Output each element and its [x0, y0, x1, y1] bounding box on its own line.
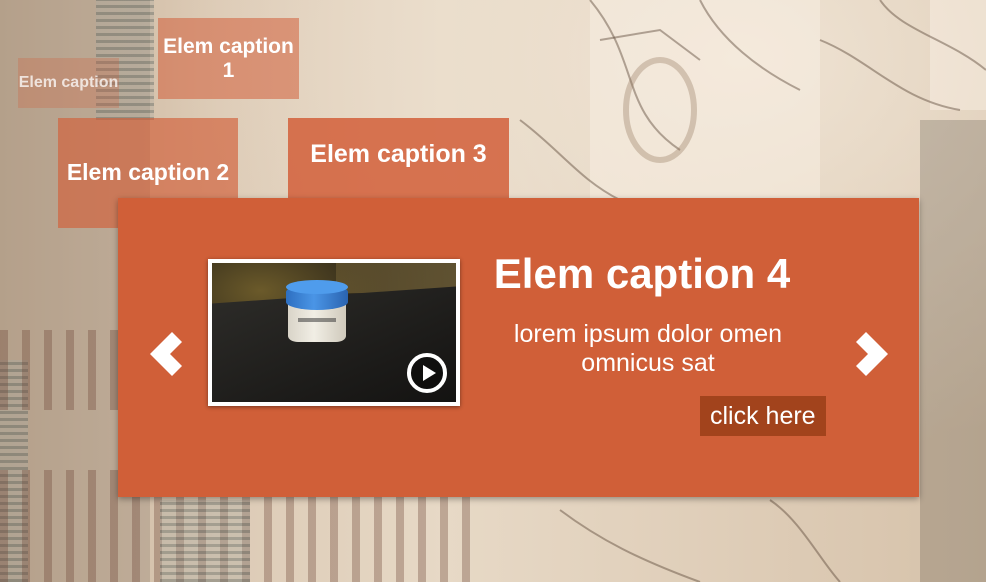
caption-box[interactable]: Elem caption	[18, 58, 119, 108]
caption-text: Elem caption	[18, 74, 119, 92]
thumbnail-image	[212, 263, 456, 402]
caption-box[interactable]: Elem caption 1	[158, 18, 299, 99]
caption-box[interactable]: Elem caption 3	[288, 118, 509, 202]
next-slide-button[interactable]	[850, 330, 890, 378]
caption-text: Elem caption 2	[66, 159, 230, 186]
slide-description: lorem ipsum dolor omen omnicus sat	[513, 320, 783, 377]
chevron-left-icon	[150, 332, 182, 376]
caption-text: Elem caption 3	[310, 140, 487, 168]
video-thumbnail[interactable]	[208, 259, 460, 406]
click-here-button[interactable]: click here	[700, 396, 826, 436]
prev-slide-button[interactable]	[148, 330, 188, 378]
play-icon[interactable]	[406, 352, 448, 394]
slide-panel: Elem caption 4 lorem ipsum dolor omen om…	[118, 198, 919, 497]
chevron-right-icon	[856, 332, 888, 376]
slide-title: Elem caption 4	[493, 250, 791, 297]
caption-text: Elem caption 1	[163, 34, 294, 82]
